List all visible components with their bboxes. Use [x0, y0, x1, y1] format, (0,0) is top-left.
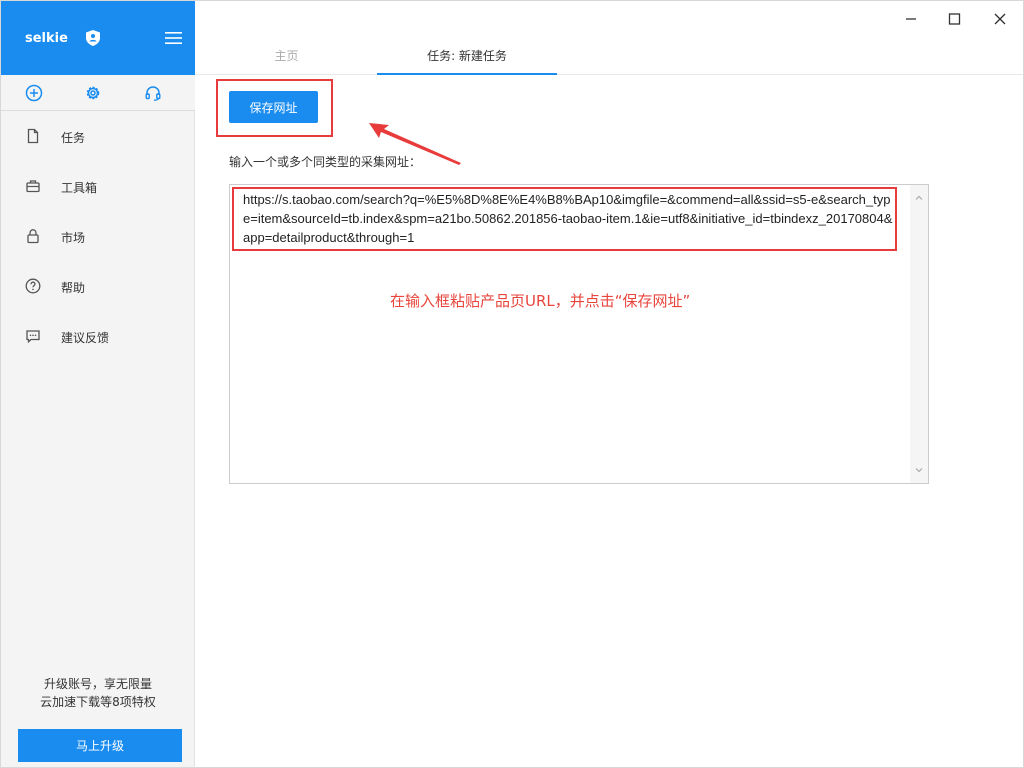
promo-line-1: 升级账号，享无限量 — [43, 677, 152, 691]
url-input-label: 输入一个或多个同类型的采集网址： — [229, 155, 422, 169]
minimize-icon[interactable] — [900, 9, 922, 29]
url-textarea-value: https://s.taobao.com/search?q=%E5%8D%8E%… — [243, 192, 893, 245]
tab-home[interactable]: 主页 — [196, 47, 377, 75]
lock-icon — [27, 229, 39, 244]
sidebar-item-feedback[interactable]: 建议反馈 — [1, 311, 195, 361]
annotation-hint: 在输入框粘贴产品页URL，并点击“保存网址” — [390, 292, 691, 310]
sidebar-item-label: 建议反馈 — [61, 331, 110, 345]
promo-line-2: 云加速下载等8项特权 — [40, 695, 156, 709]
sidebar-item-tasks[interactable]: 任务 — [1, 111, 195, 161]
headset-icon[interactable] — [144, 84, 162, 102]
save-url-button[interactable]: 保存网址 — [229, 91, 318, 123]
sidebar-item-toolbox[interactable]: 工具箱 — [1, 161, 195, 211]
maximize-icon[interactable] — [943, 9, 965, 29]
brand-name: selkie — [25, 31, 68, 46]
tab-bar: 主页 任务: 新建任务 — [196, 41, 1023, 75]
sidebar-nav: 任务 工具箱 市场 帮助 建议反馈 — [1, 111, 195, 361]
sidebar: selkie 任务 工具箱 市场 帮助 建议反馈 升级账号，享无限量 云加速下载… — [1, 1, 195, 767]
sidebar-item-label: 任务 — [61, 131, 86, 145]
gear-icon[interactable] — [84, 84, 102, 102]
textarea-scrollbar[interactable] — [910, 185, 928, 483]
upgrade-promo: 升级账号，享无限量 云加速下载等8项特权 — [1, 675, 195, 711]
toolbox-icon — [26, 180, 40, 193]
sidebar-item-label: 工具箱 — [61, 181, 98, 195]
sidebar-item-help[interactable]: 帮助 — [1, 261, 195, 311]
hamburger-menu-icon[interactable] — [165, 32, 182, 44]
add-circle-icon[interactable] — [25, 84, 43, 102]
feedback-icon — [26, 330, 40, 344]
upgrade-button[interactable]: 马上升级 — [18, 729, 182, 762]
scroll-up-icon[interactable] — [914, 193, 924, 203]
shield-user-icon — [86, 30, 100, 46]
app-window: selkie 任务 工具箱 市场 帮助 建议反馈 升级账号，享无限量 云加速下载… — [0, 0, 1024, 768]
sidebar-item-label: 市场 — [61, 231, 86, 245]
close-icon[interactable] — [989, 9, 1011, 29]
scroll-down-icon[interactable] — [914, 465, 924, 475]
sidebar-item-label: 帮助 — [61, 281, 86, 295]
sidebar-item-market[interactable]: 市场 — [1, 211, 195, 261]
tab-new-task[interactable]: 任务: 新建任务 — [377, 47, 557, 75]
quick-actions-bar — [1, 75, 195, 111]
document-icon — [27, 128, 39, 144]
brand-header: selkie — [1, 1, 195, 75]
url-textarea[interactable]: https://s.taobao.com/search?q=%E5%8D%8E%… — [229, 184, 929, 484]
help-icon — [25, 278, 41, 294]
